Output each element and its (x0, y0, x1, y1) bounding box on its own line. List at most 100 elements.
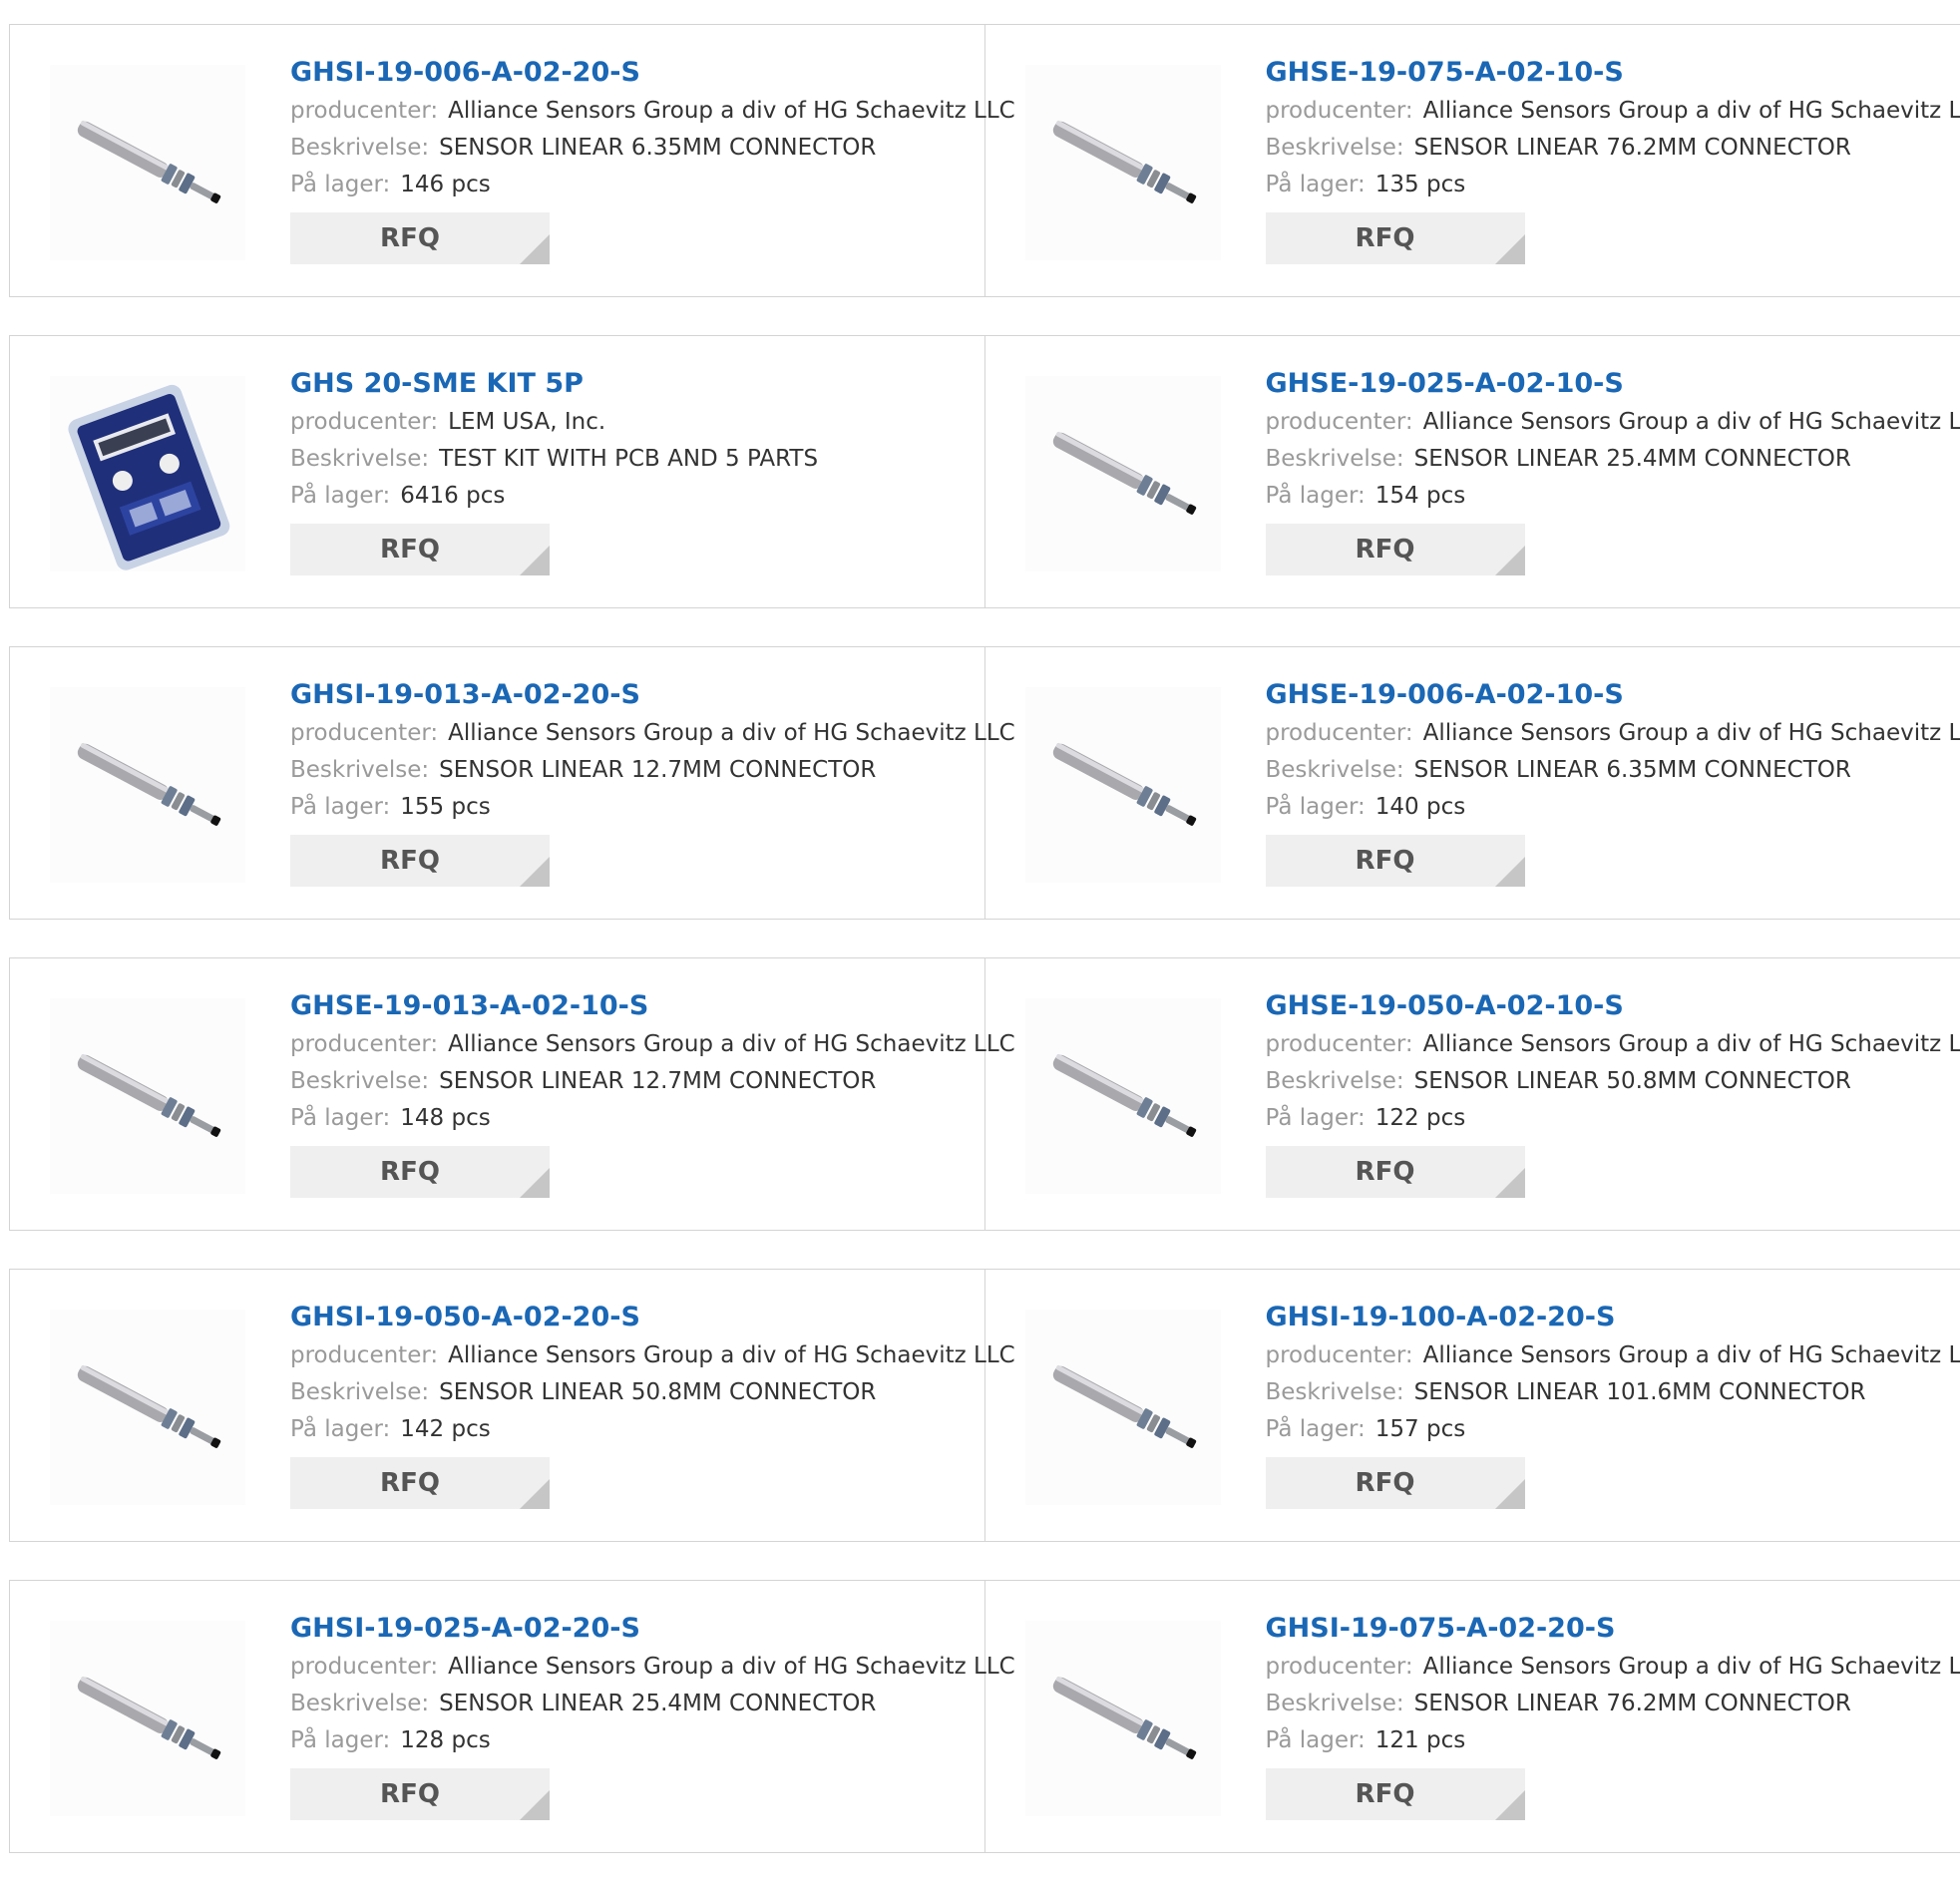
description-value: SENSOR LINEAR 76.2MM CONNECTOR (1414, 1691, 1851, 1716)
linear-sensor-image (50, 65, 245, 260)
manufacturer-label: producenter: (290, 98, 438, 124)
description-value: SENSOR LINEAR 12.7MM CONNECTOR (439, 1068, 876, 1094)
description-value: TEST KIT WITH PCB AND 5 PARTS (439, 446, 818, 472)
rfq-button[interactable]: RFQ (290, 1768, 550, 1820)
rfq-button[interactable]: RFQ (1266, 1768, 1525, 1820)
corner-triangle-icon (520, 234, 550, 264)
description-label: Beskrivelse: (1266, 1691, 1404, 1716)
rfq-button[interactable]: RFQ (290, 835, 550, 887)
rfq-button-label: RFQ (380, 535, 440, 565)
rfq-button[interactable]: RFQ (290, 524, 550, 575)
description-value: SENSOR LINEAR 6.35MM CONNECTOR (439, 135, 876, 161)
rfq-button[interactable]: RFQ (1266, 1457, 1525, 1509)
manufacturer-label: producenter: (1266, 1342, 1413, 1368)
stock-label: På lager: (290, 1105, 390, 1131)
description-value: SENSOR LINEAR 101.6MM CONNECTOR (1414, 1379, 1866, 1405)
product-card: GHS 20-SME KIT 5Pproducenter:LEM USA, In… (10, 336, 985, 607)
manufacturer: producenter:Alliance Sensors Group a div… (1266, 715, 1953, 752)
manufacturer: producenter:Alliance Sensors Group a div… (1266, 1649, 1953, 1686)
description-value: SENSOR LINEAR 50.8MM CONNECTOR (439, 1379, 876, 1405)
product-title-link[interactable]: GHSI-19-050-A-02-20-S (290, 1298, 977, 1337)
product-title-link[interactable]: GHSI-19-075-A-02-20-S (1266, 1609, 1953, 1649)
product-image[interactable] (50, 998, 245, 1194)
stock-label: På lager: (1266, 1727, 1366, 1753)
rfq-button[interactable]: RFQ (1266, 1146, 1525, 1198)
rfq-button[interactable]: RFQ (1266, 524, 1525, 575)
rfq-button-label: RFQ (1356, 223, 1415, 253)
product-image[interactable] (1025, 687, 1221, 883)
manufacturer-value: Alliance Sensors Group a div of HG Schae… (448, 1342, 1015, 1368)
stock-value: 146 pcs (400, 172, 490, 197)
manufacturer: producenter:Alliance Sensors Group a div… (1266, 404, 1953, 441)
product-title-link[interactable]: GHSI-19-025-A-02-20-S (290, 1609, 977, 1649)
product-image[interactable] (50, 1621, 245, 1816)
description-value: SENSOR LINEAR 25.4MM CONNECTOR (439, 1691, 876, 1716)
product-title-link[interactable]: GHSE-19-006-A-02-10-S (1266, 675, 1953, 715)
product-title-link[interactable]: GHSI-19-013-A-02-20-S (290, 675, 977, 715)
product-title-link[interactable]: GHSI-19-006-A-02-20-S (290, 53, 977, 93)
product-image[interactable] (50, 687, 245, 883)
stock-value: 128 pcs (400, 1727, 490, 1753)
product-title-link[interactable]: GHS 20-SME KIT 5P (290, 364, 977, 404)
manufacturer-label: producenter: (290, 1654, 438, 1680)
product-image[interactable] (1025, 998, 1221, 1194)
product-image[interactable] (1025, 65, 1221, 260)
stock: På lager:135 pcs (1266, 167, 1953, 203)
description-label: Beskrivelse: (290, 1379, 429, 1405)
manufacturer-label: producenter: (290, 409, 438, 435)
stock-value: 154 pcs (1375, 483, 1465, 509)
manufacturer-label: producenter: (290, 720, 438, 746)
linear-sensor-image (1025, 998, 1221, 1194)
stock: På lager:157 pcs (1266, 1411, 1953, 1448)
description-label: Beskrivelse: (290, 446, 429, 472)
rfq-button[interactable]: RFQ (1266, 835, 1525, 887)
rfq-button-label: RFQ (380, 1468, 440, 1498)
product-row: GHSI-19-050-A-02-20-S producenter: Allianc… (9, 1269, 1960, 1542)
product-row: GHSI-19-025-A-02-20-S producenter:Allianc… (9, 1580, 1960, 1853)
rfq-button[interactable]: RFQ (290, 1146, 550, 1198)
manufacturer: producenter:Alliance Sensors Group a div… (290, 1026, 977, 1063)
manufacturer-label: producenter: (1266, 1654, 1413, 1680)
stock: På lager:140 pcs (1266, 789, 1953, 826)
product-info: GHSE-19-075-A-02-10-Sproducenter:Allianc… (1266, 53, 1953, 264)
product-image[interactable] (50, 1310, 245, 1505)
product-image[interactable] (1025, 1310, 1221, 1505)
product-row: GHSI-19-013-A-02-20-Sproducenter:Allianc… (9, 646, 1960, 920)
linear-sensor-image (50, 687, 245, 883)
product-card: GHSE-19-006-A-02-10-Sproducenter:Allianc… (985, 647, 1960, 919)
rfq-button[interactable]: RFQ (1266, 212, 1525, 264)
rfq-button-label: RFQ (1356, 1468, 1415, 1498)
rfq-button[interactable]: RFQ (290, 1457, 550, 1509)
product-title-link[interactable]: GHSI-19-100-A-02-20-S (1266, 1298, 1953, 1337)
product-image[interactable] (1025, 1621, 1221, 1816)
rfq-button-label: RFQ (1356, 1157, 1415, 1187)
corner-triangle-icon (1495, 1790, 1525, 1820)
corner-triangle-icon (520, 1168, 550, 1198)
product-title-link[interactable]: GHSE-19-050-A-02-10-S (1266, 986, 1953, 1026)
product-title-link[interactable]: GHSE-19-025-A-02-10-S (1266, 364, 1953, 404)
stock-label: På lager: (1266, 794, 1366, 820)
manufacturer-value: Alliance Sensors Group a div of HG Schae… (1423, 1031, 1960, 1057)
stock-value: 148 pcs (400, 1105, 490, 1131)
product-info: GHSI-19-006-A-02-20-Sproducenter:Allianc… (290, 53, 977, 264)
manufacturer-label: producenter: (290, 1342, 438, 1368)
product-image[interactable] (50, 65, 245, 260)
stock: På lager: 121 pcs (1266, 1722, 1953, 1759)
rfq-button-label: RFQ (380, 1157, 440, 1187)
test-kit-image (50, 376, 245, 571)
product-title-link[interactable]: GHSE-19-013-A-02-10-S (290, 986, 977, 1026)
manufacturer: producenter:LEM USA, Inc. (290, 404, 977, 441)
description-label: Beskrivelse: (1266, 135, 1404, 161)
product-image[interactable] (1025, 376, 1221, 571)
product-info: GHSE-19-050-A-02-10-Sproducenter:Allianc… (1266, 986, 1953, 1198)
rfq-button[interactable]: RFQ (290, 212, 550, 264)
description: Beskrivelse: SENSOR LINEAR 50.8MM CONNECT… (290, 1374, 977, 1411)
stock: På lager:155 pcs (290, 789, 977, 826)
product-grid: GHSI-19-006-A-02-20-Sproducenter:Allianc… (9, 24, 1960, 1891)
product-info: GHSI-19-050-A-02-20-Sproducenter:Allianc… (290, 1298, 977, 1509)
manufacturer-value: Alliance Sensors Group a div of HG Schae… (1423, 720, 1960, 746)
product-title-link[interactable]: GHSE-19-075-A-02-10-S (1266, 53, 1953, 93)
product-image[interactable] (50, 376, 245, 571)
stock-value: 121 pcs (1375, 1727, 1465, 1753)
corner-triangle-icon (1495, 234, 1525, 264)
